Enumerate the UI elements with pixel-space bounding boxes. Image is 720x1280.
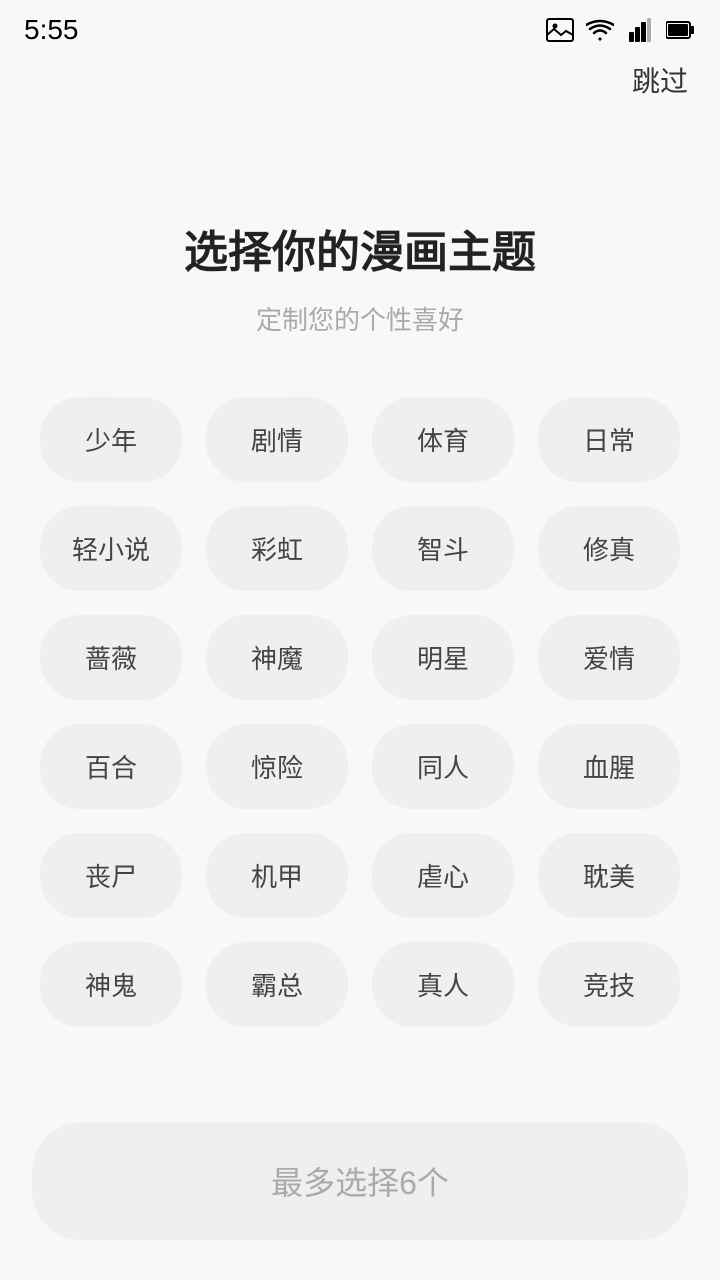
tag-btn-xiuzhen[interactable]: 修真 [538, 506, 680, 591]
tag-btn-mingxing[interactable]: 明星 [372, 615, 514, 700]
tag-btn-jingji[interactable]: 竞技 [538, 942, 680, 1027]
signal-icon [624, 16, 656, 44]
status-time: 5:55 [24, 14, 79, 46]
main-content: 选择你的漫画主题 定制您的个性喜好 少年剧情体育日常轻小说彩虹智斗修真蔷薇神魔明… [0, 56, 720, 1027]
skip-button[interactable]: 跳过 [632, 60, 688, 100]
tag-btn-xuxin[interactable]: 虐心 [372, 833, 514, 918]
page-subtitle: 定制您的个性喜好 [32, 300, 688, 337]
tag-btn-juqing[interactable]: 剧情 [206, 397, 348, 482]
tag-btn-richang[interactable]: 日常 [538, 397, 680, 482]
tag-btn-shaonian[interactable]: 少年 [40, 397, 182, 482]
title-section: 选择你的漫画主题 定制您的个性喜好 [32, 56, 688, 397]
tag-btn-danmei[interactable]: 耽美 [538, 833, 680, 918]
tag-btn-jijia[interactable]: 机甲 [206, 833, 348, 918]
tag-btn-bazong[interactable]: 霸总 [206, 942, 348, 1027]
status-icons [544, 16, 696, 44]
tag-btn-tongren[interactable]: 同人 [372, 724, 514, 809]
tag-btn-qingxiaoshuo[interactable]: 轻小说 [40, 506, 182, 591]
tag-btn-baihe[interactable]: 百合 [40, 724, 182, 809]
tag-btn-zhenren[interactable]: 真人 [372, 942, 514, 1027]
tag-btn-shenmo[interactable]: 神魔 [206, 615, 348, 700]
tag-btn-tiyu[interactable]: 体育 [372, 397, 514, 482]
wifi-icon [584, 16, 616, 44]
bottom-area: 最多选择6个 [0, 1102, 720, 1280]
image-icon [544, 16, 576, 44]
confirm-button[interactable]: 最多选择6个 [32, 1122, 688, 1240]
page-title: 选择你的漫画主题 [32, 216, 688, 280]
tag-btn-meigui[interactable]: 蔷薇 [40, 615, 182, 700]
tags-grid: 少年剧情体育日常轻小说彩虹智斗修真蔷薇神魔明星爱情百合惊险同人血腥丧尸机甲虐心耽… [32, 397, 688, 1027]
tag-btn-shengui[interactable]: 神鬼 [40, 942, 182, 1027]
tag-btn-jiangshi[interactable]: 丧尸 [40, 833, 182, 918]
tag-btn-aiqing[interactable]: 爱情 [538, 615, 680, 700]
tag-btn-caihong[interactable]: 彩虹 [206, 506, 348, 591]
tag-btn-zhidou[interactable]: 智斗 [372, 506, 514, 591]
status-bar: 5:55 [0, 0, 720, 56]
tag-btn-xueling[interactable]: 血腥 [538, 724, 680, 809]
tag-btn-jingxian[interactable]: 惊险 [206, 724, 348, 809]
battery-icon [664, 16, 696, 44]
